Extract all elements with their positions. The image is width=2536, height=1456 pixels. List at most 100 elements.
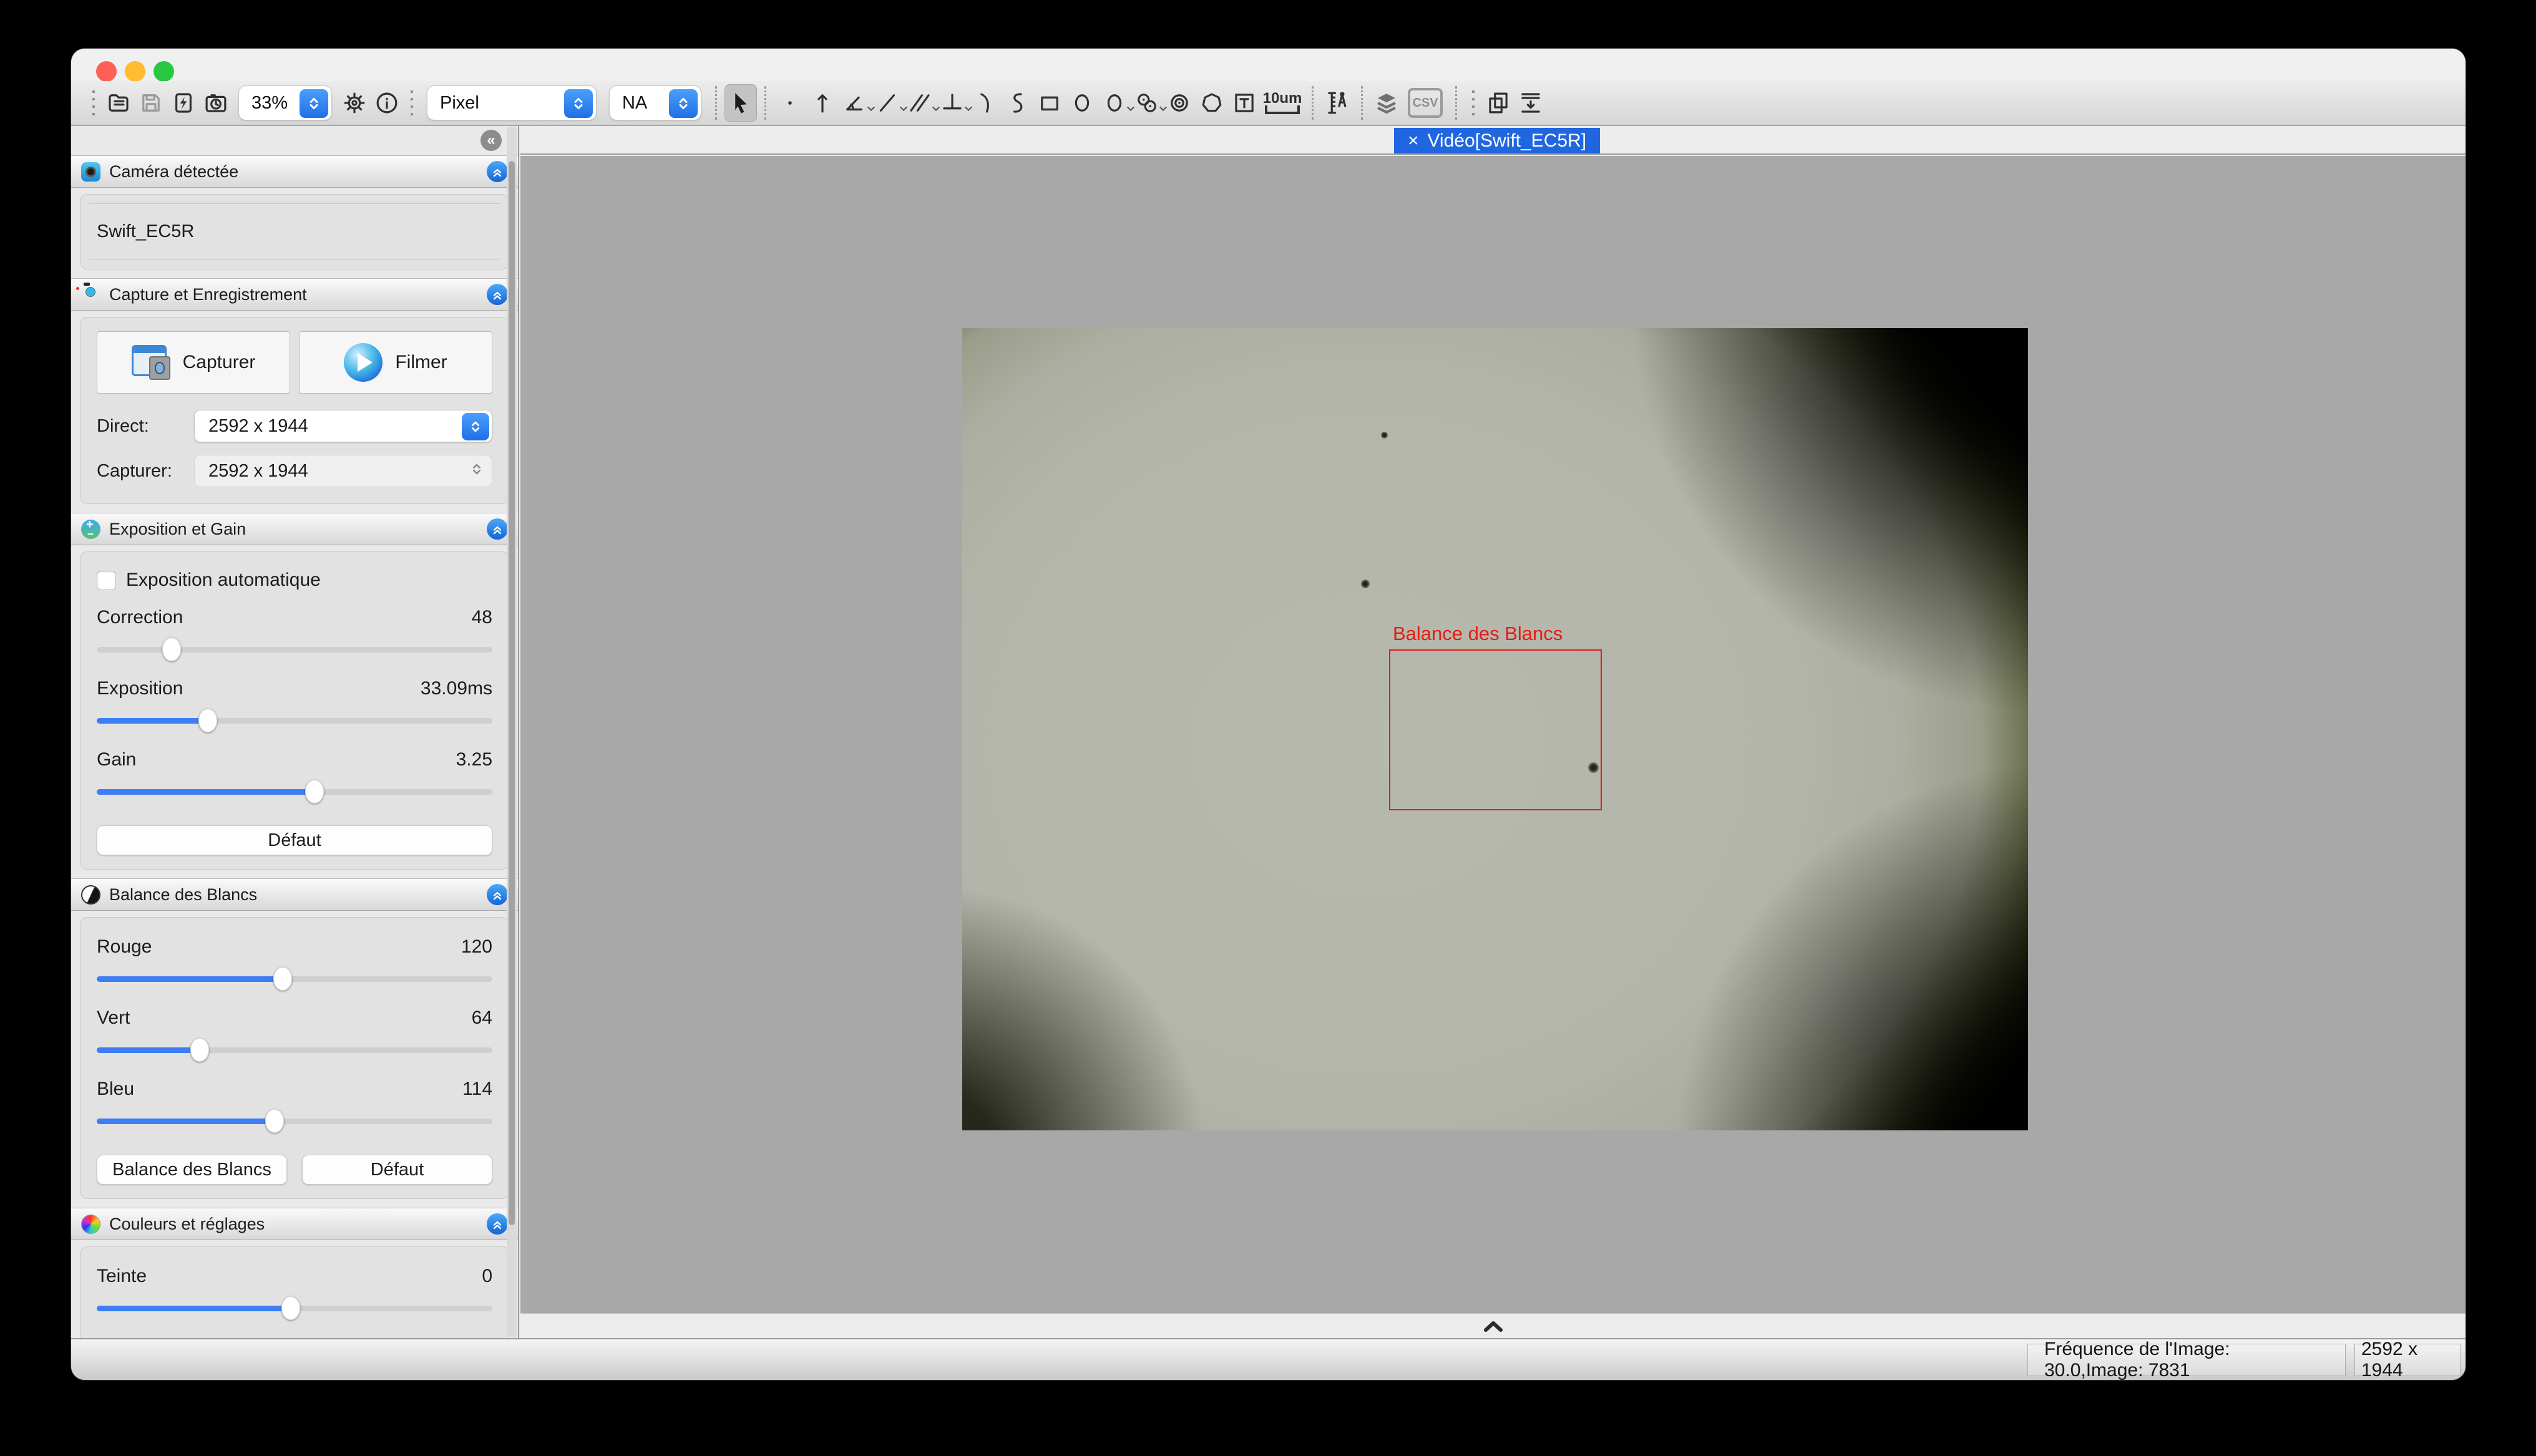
rectangle-tool-button[interactable] xyxy=(1033,84,1066,122)
hue-value: 0 xyxy=(482,1266,492,1287)
stepper-icon[interactable] xyxy=(468,460,485,478)
select-tool-button[interactable] xyxy=(724,84,757,122)
record-button[interactable]: Filmer xyxy=(299,331,492,394)
panel-header-white-balance[interactable]: Balance des Blancs xyxy=(71,878,518,911)
arc-tool-button[interactable] xyxy=(968,84,1001,122)
panel-header-colors[interactable]: Couleurs et réglages xyxy=(71,1208,518,1240)
exposition-label: Exposition xyxy=(97,678,183,699)
csv-export-button[interactable]: CSV xyxy=(1408,88,1443,118)
zoom-window-button[interactable] xyxy=(154,61,174,82)
stepper-icon[interactable] xyxy=(300,89,328,118)
green-label: Vert xyxy=(97,1007,130,1029)
collapse-panel-button[interactable] xyxy=(487,284,508,305)
text-tool-button[interactable] xyxy=(1228,84,1261,122)
minimize-window-button[interactable] xyxy=(125,61,145,82)
camera-flash-icon xyxy=(170,90,197,116)
zoom-level-select[interactable]: 33% xyxy=(238,85,332,120)
perpendicular-tool-button[interactable] xyxy=(936,84,968,122)
stepper-icon[interactable] xyxy=(669,89,698,118)
line-tool-button[interactable] xyxy=(871,84,904,122)
na-select[interactable]: NA xyxy=(609,85,701,120)
parallel-lines-tool-button[interactable] xyxy=(904,84,936,122)
info-icon xyxy=(374,90,400,116)
angle-tool-button[interactable] xyxy=(839,84,871,122)
snap-resolution-value: 2592 x 1944 xyxy=(208,461,308,482)
slider-thumb[interactable] xyxy=(305,780,324,803)
capture-button-label: Capturer xyxy=(183,352,256,373)
white-balance-button[interactable]: Balance des Blancs xyxy=(97,1155,287,1185)
blue-slider[interactable] xyxy=(97,1109,492,1133)
snap-resolution-select[interactable]: 2592 x 1944 xyxy=(194,455,492,487)
close-window-button[interactable] xyxy=(96,61,117,82)
stepper-icon[interactable] xyxy=(564,89,593,118)
arrow-tool-button[interactable] xyxy=(806,84,839,122)
sidebar-scrollbar[interactable] xyxy=(507,127,517,1337)
collapse-panel-button[interactable] xyxy=(487,884,508,905)
settings-button[interactable] xyxy=(338,84,371,122)
slider-thumb[interactable] xyxy=(162,638,181,661)
camera-device-name[interactable]: Swift_EC5R xyxy=(93,204,496,260)
slider-thumb[interactable] xyxy=(273,967,292,991)
panel-header-capture[interactable]: Capture et Enregistrement xyxy=(71,278,518,311)
auto-exposure-checkbox[interactable] xyxy=(97,571,116,590)
angle-icon xyxy=(842,90,868,116)
bottom-panel-expander[interactable] xyxy=(520,1313,2465,1338)
collapse-panel-button[interactable] xyxy=(487,1213,508,1235)
quick-capture-button[interactable] xyxy=(167,84,200,122)
slider-thumb[interactable] xyxy=(265,1109,284,1133)
live-video-frame[interactable]: Balance des Blancs xyxy=(962,328,2028,1130)
arrow-up-icon xyxy=(809,90,836,116)
scalebar-tool-button[interactable]: 10um xyxy=(1261,92,1304,114)
duplicate-button[interactable] xyxy=(1482,84,1514,122)
green-value: 64 xyxy=(472,1007,492,1029)
circle-tool-button[interactable] xyxy=(1098,84,1131,122)
green-slider[interactable] xyxy=(97,1037,492,1062)
red-slider[interactable] xyxy=(97,966,492,991)
two-circles-tool-button[interactable] xyxy=(1131,84,1163,122)
info-button[interactable] xyxy=(371,84,403,122)
gain-slider[interactable] xyxy=(97,779,492,804)
toolbar-drag-handle xyxy=(1472,90,1475,115)
save-button[interactable] xyxy=(135,84,167,122)
stepper-icon[interactable] xyxy=(462,413,489,440)
white-balance-default-button[interactable]: Défaut xyxy=(302,1155,492,1185)
collapse-panel-button[interactable] xyxy=(487,518,508,540)
red-label: Rouge xyxy=(97,936,152,958)
annulus-tool-button[interactable] xyxy=(1163,84,1196,122)
live-resolution-select[interactable]: 2592 x 1944 xyxy=(194,410,492,442)
video-tab[interactable]: × Vidéo[Swift_EC5R] xyxy=(1394,128,1600,153)
capture-button[interactable]: Capturer xyxy=(97,331,290,394)
scrollbar-thumb[interactable] xyxy=(509,161,515,1225)
panel-header-camera[interactable]: Caméra détectée xyxy=(71,155,518,188)
curve-tool-button[interactable] xyxy=(1001,84,1033,122)
video-canvas[interactable]: Balance des Blancs xyxy=(520,156,2465,1313)
point-tool-button[interactable] xyxy=(774,84,806,122)
exposure-default-button[interactable]: Défaut xyxy=(97,825,492,855)
timed-capture-button[interactable] xyxy=(200,84,232,122)
polygon-tool-button[interactable] xyxy=(1196,84,1228,122)
white-balance-roi-rectangle[interactable] xyxy=(1389,649,1602,810)
hue-slider[interactable] xyxy=(97,1296,492,1321)
calibrate-button[interactable] xyxy=(1321,84,1353,122)
workspace: × Vidéo[Swift_EC5R] Balance des Blancs xyxy=(520,126,2465,1338)
color-wheel-icon xyxy=(81,1215,100,1234)
close-tab-icon[interactable]: × xyxy=(1408,132,1419,150)
export-down-icon xyxy=(1518,90,1544,116)
unit-select[interactable]: Pixel xyxy=(427,85,597,120)
toolbar-separator xyxy=(764,86,766,120)
collapse-panel-button[interactable] xyxy=(487,161,508,182)
exposition-slider[interactable] xyxy=(97,708,492,733)
slider-thumb[interactable] xyxy=(198,709,217,732)
open-file-button[interactable] xyxy=(102,84,135,122)
text-icon xyxy=(1231,90,1257,116)
flatten-export-button[interactable] xyxy=(1514,84,1547,122)
slider-thumb[interactable] xyxy=(281,1296,300,1320)
layers-button[interactable] xyxy=(1370,84,1403,122)
chevron-up-icon xyxy=(1480,1318,1507,1334)
panel-header-exposure[interactable]: Exposition et Gain xyxy=(71,513,518,545)
correction-slider[interactable] xyxy=(97,637,492,662)
sidebar-collapse-button[interactable]: « xyxy=(480,130,502,151)
perpendicular-icon xyxy=(939,90,965,116)
ellipse-tool-button[interactable] xyxy=(1066,84,1098,122)
slider-thumb[interactable] xyxy=(190,1038,209,1062)
